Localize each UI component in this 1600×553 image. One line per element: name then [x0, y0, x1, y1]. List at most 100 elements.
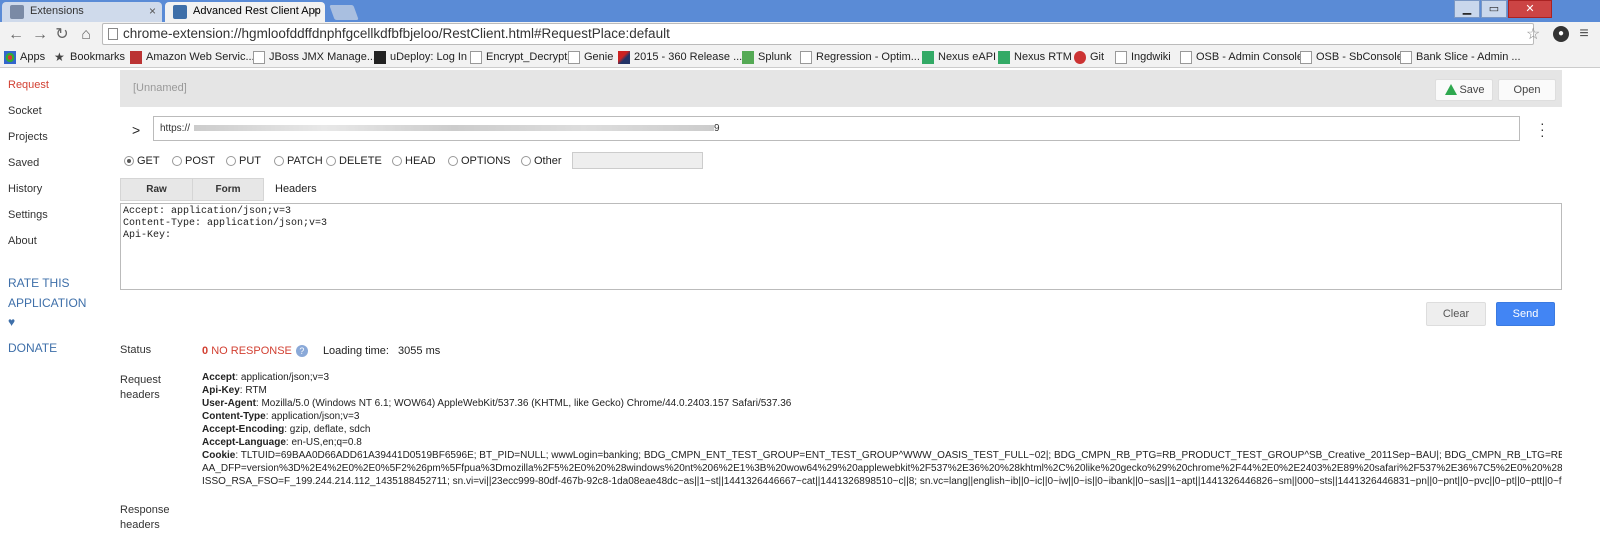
bookmark-aws[interactable]: Amazon Web Servic... [130, 50, 255, 65]
tab-extensions[interactable]: Extensions × [2, 2, 162, 22]
more-vert-icon[interactable]: · · · [1540, 116, 1545, 142]
bookmark-bookmarks[interactable]: ★ Bookmarks [54, 50, 125, 65]
home-button[interactable]: ⌂ [76, 25, 96, 45]
sidebar-item-saved[interactable]: Saved [8, 157, 39, 169]
help-icon[interactable]: ? [295, 345, 308, 357]
page-icon [1400, 51, 1412, 64]
status-text: NO RESPONSE [211, 345, 292, 357]
bookmark-splunk[interactable]: Splunk [742, 50, 792, 65]
request-header: [Unnamed] Save Open [120, 70, 1562, 107]
method-head[interactable]: HEAD [392, 154, 436, 168]
menu-icon[interactable]: ≡ [1576, 26, 1592, 42]
page-icon [1300, 51, 1312, 64]
rate-app-link[interactable]: RATE THIS APPLICATION ♥ [8, 274, 86, 333]
sidebar-item-about[interactable]: About [8, 235, 37, 247]
header-row: Content-Type: application/json;v=3 [202, 411, 360, 422]
method-options[interactable]: OPTIONS [448, 154, 511, 168]
app-sidebar: Request Socket Projects Saved History Se… [0, 68, 118, 553]
loading-time-label: Loading time: [322, 345, 389, 357]
url-suffix: 9 [714, 123, 720, 134]
maximize-button[interactable]: ▭ [1481, 0, 1507, 18]
tab-close-icon[interactable]: × [312, 2, 319, 21]
bookmark-encrypt[interactable]: Encrypt_Decrypt [470, 50, 567, 65]
extension-icon[interactable]: ● [1553, 26, 1569, 42]
bookmarks-bar: Apps ★ Bookmarks Amazon Web Servic... JBo… [0, 47, 1600, 68]
save-button[interactable]: Save [1435, 79, 1493, 101]
tab-form[interactable]: Form [192, 178, 264, 201]
bookmark-osb-sbconsole[interactable]: OSB - SbConsole [1300, 50, 1403, 65]
method-put[interactable]: PUT [226, 154, 261, 168]
radio-icon [448, 156, 458, 166]
redacted-url [194, 125, 715, 132]
tab-raw[interactable]: Raw [120, 178, 193, 201]
method-other[interactable]: Other [521, 154, 562, 168]
header-row: Api-Key: RTM [202, 385, 267, 396]
headers-label: Headers [275, 183, 317, 195]
tab-advanced-rest-client[interactable]: Advanced Rest Client App × [165, 2, 325, 22]
bookmark-git[interactable]: Git [1074, 50, 1104, 65]
loading-time-value: 3055 ms [398, 345, 441, 357]
method-get[interactable]: GET [124, 154, 160, 168]
status-code: 0 [202, 345, 209, 357]
back-button[interactable]: ← [6, 25, 26, 45]
reload-button[interactable]: ↻ [52, 25, 72, 45]
git-icon [1074, 51, 1086, 64]
method-patch[interactable]: PATCH [274, 154, 323, 168]
bookmark-udeploy[interactable]: uDeploy: Log In [374, 50, 467, 65]
cookie-continued: ISSO_RSA_FSO=F_199.244.214.112_143518845… [202, 476, 1562, 487]
header-row: Accept-Encoding: gzip, deflate, sdch [202, 424, 371, 435]
radio-icon [274, 156, 284, 166]
google-drive-icon [1445, 84, 1457, 95]
sidebar-item-socket[interactable]: Socket [8, 105, 42, 117]
request-name[interactable]: [Unnamed] [133, 82, 187, 94]
page-icon [1115, 51, 1127, 64]
airline-icon [618, 51, 630, 64]
bookmark-regression[interactable]: Regression - Optim... [800, 50, 920, 65]
other-method-input[interactable] [572, 152, 703, 169]
editor-tabs: Raw Form Headers [120, 178, 420, 201]
bookmark-osb-admin[interactable]: OSB - Admin Console [1180, 50, 1303, 65]
request-headers-list: Accept: application/json;v=3 Api-Key: RT… [202, 371, 1562, 488]
radio-icon [124, 156, 134, 166]
chevron-right-icon[interactable]: > [132, 122, 140, 138]
window-close-button[interactable]: ✕ [1508, 0, 1552, 18]
tab-title: Advanced Rest Client App [193, 5, 321, 17]
header-row: Accept-Language: en-US,en;q=0.8 [202, 437, 362, 448]
new-tab-button[interactable] [329, 5, 359, 20]
bookmark-genie[interactable]: Genie [568, 50, 613, 65]
minimize-button[interactable]: ▁ [1454, 0, 1480, 18]
bookmark-nexus-eapi[interactable]: Nexus eAPI [922, 50, 996, 65]
open-button[interactable]: Open [1498, 79, 1556, 101]
bookmark-bank-slice[interactable]: Bank Slice - Admin ... [1400, 50, 1521, 65]
radio-icon [226, 156, 236, 166]
rate-line-2: APPLICATION [8, 295, 87, 310]
bookmark-star-icon[interactable]: ☆ [1526, 22, 1540, 48]
bookmark-release[interactable]: 2015 - 360 Release ... [618, 50, 742, 65]
aws-icon [130, 51, 142, 64]
forward-button[interactable]: → [30, 25, 50, 45]
donate-link[interactable]: DONATE [8, 339, 57, 359]
star-icon: ★ [54, 50, 65, 64]
url-input[interactable]: https:// 9 [153, 116, 1520, 141]
bookmark-ingdwiki[interactable]: Ingdwiki [1115, 50, 1171, 65]
request-headers-label: Request headers [120, 374, 161, 401]
tab-close-icon[interactable]: × [149, 2, 156, 21]
bookmark-apps[interactable]: Apps [4, 50, 45, 65]
sidebar-item-history[interactable]: History [8, 183, 42, 195]
page-icon [108, 28, 118, 40]
headers-textarea[interactable]: Accept: application/json;v=3 Content-Typ… [120, 203, 1562, 290]
bookmark-nexus-rtm[interactable]: Nexus RTM [998, 50, 1072, 65]
clear-button[interactable]: Clear [1426, 302, 1486, 326]
nexus-icon [922, 51, 934, 64]
sidebar-item-projects[interactable]: Projects [8, 131, 48, 143]
method-post[interactable]: POST [172, 154, 215, 168]
request-panel: [Unnamed] Save Open > https://9 · · · GET … [120, 68, 1600, 553]
sidebar-item-settings[interactable]: Settings [8, 209, 48, 221]
header-row: User-Agent: Mozilla/5.0 (Windows NT 6.1;… [202, 398, 792, 409]
sidebar-item-request[interactable]: Request [8, 79, 49, 91]
address-bar[interactable]: chrome-extension://hgmloofddffdnphfgcell… [102, 23, 1534, 45]
method-delete[interactable]: DELETE [326, 154, 382, 168]
status-label: Status [120, 344, 152, 356]
bookmark-jboss[interactable]: JBoss JMX Manage... [253, 50, 376, 65]
send-button[interactable]: Send [1496, 302, 1555, 326]
